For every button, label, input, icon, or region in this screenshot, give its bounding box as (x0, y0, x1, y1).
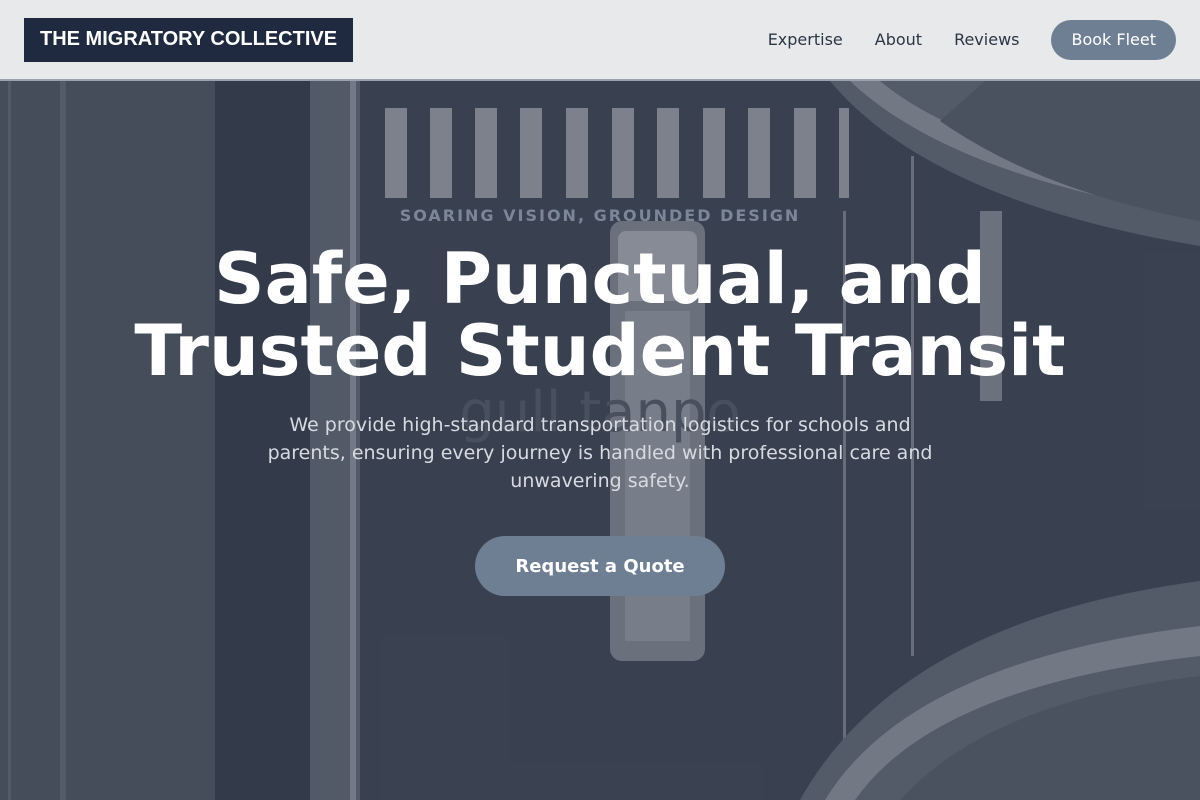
nav-link-about[interactable]: About (875, 30, 922, 49)
headline-line-2: Trusted Student Transit (134, 310, 1066, 392)
request-quote-button[interactable]: Request a Quote (475, 536, 725, 596)
nav-link-reviews[interactable]: Reviews (954, 30, 1019, 49)
book-fleet-button[interactable]: Book Fleet (1051, 19, 1176, 60)
logo[interactable]: THE MIGRATORY COLLECTIVE (24, 17, 354, 62)
site-header: THE MIGRATORY COLLECTIVE Expertise About… (0, 0, 1200, 81)
hero-content: SOARING VISION, GROUNDED DESIGN Safe, Pu… (0, 81, 1200, 800)
main-nav: Expertise About Reviews Book Fleet (768, 19, 1176, 60)
nav-link-expertise[interactable]: Expertise (768, 30, 843, 49)
headline-line-1: Safe, Punctual, and (214, 238, 986, 320)
hero-headline: Safe, Punctual, and Trusted Student Tran… (0, 243, 1200, 387)
hero-subtext: We provide high-standard transportation … (267, 414, 933, 492)
hero-eyebrow: SOARING VISION, GROUNDED DESIGN (399, 206, 801, 225)
